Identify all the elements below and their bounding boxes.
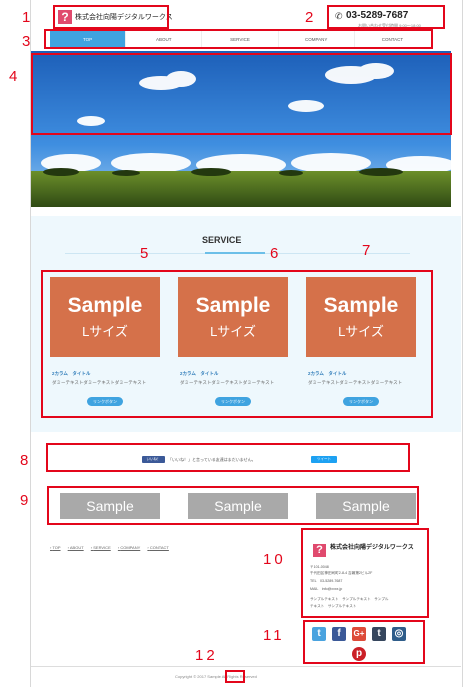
annotation-number: 10 [263,551,286,568]
annotation-box-2 [327,5,445,29]
annotation-box-8 [46,443,410,472]
annotation-number: 5 [140,245,149,262]
annotation-number: 7 [362,242,371,259]
annotation-number: 9 [20,492,29,509]
footer-nav: › TOP › ABOUT › SERVICE › COMPANY › CONT… [50,545,175,550]
footer-link-contact[interactable]: › CONTACT [147,545,169,550]
annotation-box-4 [31,53,452,135]
annotation-number: 1 [22,9,31,26]
annotation-number: 6 [270,245,279,262]
footer-link-about[interactable]: › ABOUT [68,545,84,550]
annotation-box-9 [47,486,419,525]
footer-link-service[interactable]: › SERVICE [91,545,111,550]
annotation-number: 3 [22,33,31,50]
service-divider-accent [205,252,265,254]
annotation-number: 4 [9,68,18,85]
footer-link-company[interactable]: › COMPANY [118,545,140,550]
annotation-number: 2 [305,9,314,26]
annotation-box-1 [53,5,169,29]
annotation-number: 12 [195,647,218,664]
annotation-number: 11 [263,627,285,644]
annotation-box-5-7 [41,270,433,418]
annotation-box-11 [303,620,425,664]
annotation-box-3 [44,29,433,49]
annotation-number: 8 [20,452,29,469]
service-heading: SERVICE [202,235,242,245]
annotation-box-12 [225,670,245,683]
annotation-box-10 [301,528,429,618]
footer-link-top[interactable]: › TOP [50,545,61,550]
